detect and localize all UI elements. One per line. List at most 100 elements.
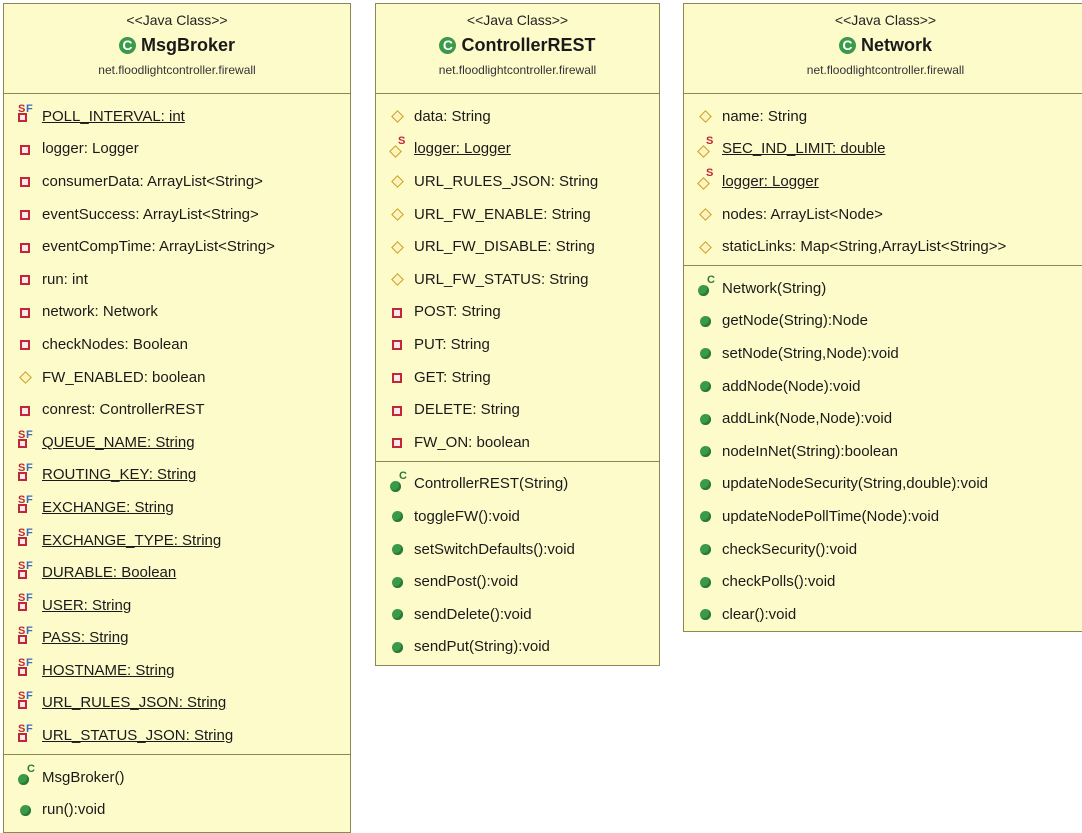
method-row[interactable]: sendDelete():void bbox=[376, 598, 659, 631]
field-row[interactable]: logger: Logger bbox=[4, 133, 350, 166]
method-row[interactable]: checkPolls():void bbox=[684, 565, 1082, 598]
field-row[interactable]: run: int bbox=[4, 263, 350, 296]
method-row[interactable]: addNode(Node):void bbox=[684, 370, 1082, 403]
method-row[interactable]: sendPut(String):void bbox=[376, 631, 659, 664]
method-label: checkPolls():void bbox=[722, 573, 836, 591]
field-row[interactable]: nodes: ArrayList<Node> bbox=[684, 198, 1082, 231]
class-name[interactable]: C Network bbox=[684, 33, 1082, 57]
class-name[interactable]: C MsgBroker bbox=[4, 33, 350, 57]
field-row[interactable]: URL_FW_STATUS: String bbox=[376, 263, 659, 296]
controllerrest-class-box[interactable]: <<Java Class>> C ControllerREST net.floodli… bbox=[375, 3, 660, 666]
private-field-icon bbox=[18, 237, 38, 257]
field-label: PUT: String bbox=[414, 335, 490, 353]
field-label: URL_RULES_JSON: String bbox=[414, 172, 599, 190]
field-label: EXCHANGE: String bbox=[42, 498, 174, 516]
field-label: eventSuccess: ArrayList<String> bbox=[42, 205, 259, 223]
field-label: staticLinks: Map<String,ArrayList<String… bbox=[722, 238, 1007, 256]
method-row[interactable]: nodeInNet(String):boolean bbox=[684, 435, 1082, 468]
fields-compartment: name: String S SEC_IND_LIMIT: double Slogge… bbox=[684, 100, 1082, 266]
protected-field-icon bbox=[698, 237, 718, 257]
static-final-private-field-icon: SF bbox=[18, 527, 38, 550]
field-row[interactable]: S F EXCHANGE: String bbox=[4, 491, 350, 524]
field-row[interactable]: network: Network bbox=[4, 296, 350, 329]
method-row[interactable]: run():void bbox=[4, 793, 350, 826]
field-label: checkNodes: Boolean bbox=[42, 335, 188, 353]
constructor-row[interactable]: C MsgBroker() bbox=[4, 761, 350, 794]
field-row[interactable]: S F QUEUE_NAME: String bbox=[4, 426, 350, 459]
private-field-icon bbox=[18, 302, 38, 322]
field-row[interactable]: Slogger: Logger bbox=[684, 165, 1082, 198]
static-final-private-field-icon: SF bbox=[18, 494, 38, 517]
field-row[interactable]: GET: String bbox=[376, 361, 659, 394]
network-class-box[interactable]: <<Java Class>> C Network net.floodlightcont… bbox=[683, 3, 1082, 632]
public-method-icon bbox=[390, 637, 410, 657]
field-row[interactable]: checkNodes: Boolean bbox=[4, 328, 350, 361]
field-row[interactable]: DELETE: String bbox=[376, 393, 659, 426]
field-row[interactable]: name: String bbox=[684, 100, 1082, 133]
field-row[interactable]: S F USER: String bbox=[4, 589, 350, 622]
public-method-icon bbox=[698, 474, 718, 494]
private-field-icon bbox=[390, 367, 410, 387]
field-row[interactable]: FW_ON: boolean bbox=[376, 426, 659, 459]
method-label: clear():void bbox=[722, 605, 797, 623]
protected-field-icon bbox=[390, 237, 410, 257]
protected-field-icon bbox=[18, 367, 38, 387]
field-row[interactable]: S F HOSTNAME: String bbox=[4, 654, 350, 687]
field-label: logger: Logger bbox=[722, 172, 819, 190]
protected-field-icon bbox=[390, 171, 410, 191]
class-name-label: Network bbox=[860, 35, 932, 55]
static-protected-field-icon: S bbox=[390, 135, 410, 159]
field-row[interactable]: eventSuccess: ArrayList<String> bbox=[4, 198, 350, 231]
field-label: logger: Logger bbox=[414, 140, 511, 158]
field-label: POLL_INTERVAL: int bbox=[42, 107, 185, 125]
constructor-row[interactable]: C Network(String) bbox=[684, 272, 1082, 305]
field-row[interactable]: URL_FW_DISABLE: String bbox=[376, 230, 659, 263]
field-row[interactable]: data: String bbox=[376, 100, 659, 133]
field-row[interactable]: conrest: ControllerREST bbox=[4, 393, 350, 426]
field-row[interactable]: S F EXCHANGE_TYPE: String bbox=[4, 524, 350, 557]
field-row[interactable]: S SEC_IND_LIMIT: double bbox=[684, 133, 1082, 166]
method-row[interactable]: toggleFW():void bbox=[376, 500, 659, 533]
field-row[interactable]: URL_RULES_JSON: String bbox=[376, 165, 659, 198]
field-row[interactable]: S F POLL_INTERVAL: int bbox=[4, 100, 350, 133]
method-row[interactable]: setNode(String,Node):void bbox=[684, 337, 1082, 370]
static-final-private-field-icon: SF bbox=[18, 657, 38, 680]
field-row[interactable]: consumerData: ArrayList<String> bbox=[4, 165, 350, 198]
method-label: setSwitchDefaults():void bbox=[414, 540, 575, 558]
method-label: getNode(String):Node bbox=[722, 312, 868, 330]
methods-compartment: C MsgBroker() run():void bbox=[4, 761, 350, 826]
class-header: <<Java Class>> C ControllerREST net.floodli… bbox=[376, 4, 659, 94]
private-field-icon bbox=[390, 302, 410, 322]
method-row[interactable]: sendPost():void bbox=[376, 565, 659, 598]
class-name[interactable]: C ControllerREST bbox=[376, 33, 659, 57]
static-final-private-field-icon: SF bbox=[18, 462, 38, 485]
field-row[interactable]: S F DURABLE: Boolean bbox=[4, 556, 350, 589]
field-row[interactable]: S F ROUTING_KEY: String bbox=[4, 459, 350, 492]
private-field-icon bbox=[390, 334, 410, 354]
field-row[interactable]: POST: String bbox=[376, 296, 659, 329]
field-label: consumerData: ArrayList<String> bbox=[42, 172, 263, 190]
package-label: net.floodlightcontroller.firewall bbox=[438, 63, 597, 77]
field-row[interactable]: S F URL_STATUS_JSON: String bbox=[4, 719, 350, 752]
field-row[interactable]: PUT: String bbox=[376, 328, 659, 361]
method-row[interactable]: updateNodePollTime(Node):void bbox=[684, 500, 1082, 533]
constructor-row[interactable]: C ControllerREST(String) bbox=[376, 468, 659, 501]
field-row[interactable]: S F URL_RULES_JSON: String bbox=[4, 687, 350, 720]
field-label: URL_RULES_JSON: String bbox=[42, 694, 227, 712]
method-row[interactable]: getNode(String):Node bbox=[684, 305, 1082, 338]
field-row[interactable]: FW_ENABLED: boolean bbox=[4, 361, 350, 394]
method-label: nodeInNet(String):boolean bbox=[722, 442, 898, 460]
static-final-private-field-icon: SF bbox=[18, 723, 38, 746]
public-method-icon bbox=[698, 441, 718, 461]
msgbroker-class-box[interactable]: <<Java Class>> C MsgBroker net.floodlightco… bbox=[3, 3, 351, 833]
method-row[interactable]: addLink(Node,Node):void bbox=[684, 402, 1082, 435]
field-row[interactable]: Slogger: Logger bbox=[376, 133, 659, 166]
method-row[interactable]: clear():void bbox=[684, 598, 1082, 631]
field-row[interactable]: URL_FW_ENABLE: String bbox=[376, 198, 659, 231]
method-row[interactable]: updateNodeSecurity(String,double):void bbox=[684, 468, 1082, 501]
field-row[interactable]: staticLinks: Map<String,ArrayList<String… bbox=[684, 230, 1082, 263]
field-row[interactable]: eventCompTime: ArrayList<String> bbox=[4, 230, 350, 263]
method-row[interactable]: checkSecurity():void bbox=[684, 533, 1082, 566]
field-row[interactable]: S F PASS: String bbox=[4, 622, 350, 655]
method-row[interactable]: setSwitchDefaults():void bbox=[376, 533, 659, 566]
